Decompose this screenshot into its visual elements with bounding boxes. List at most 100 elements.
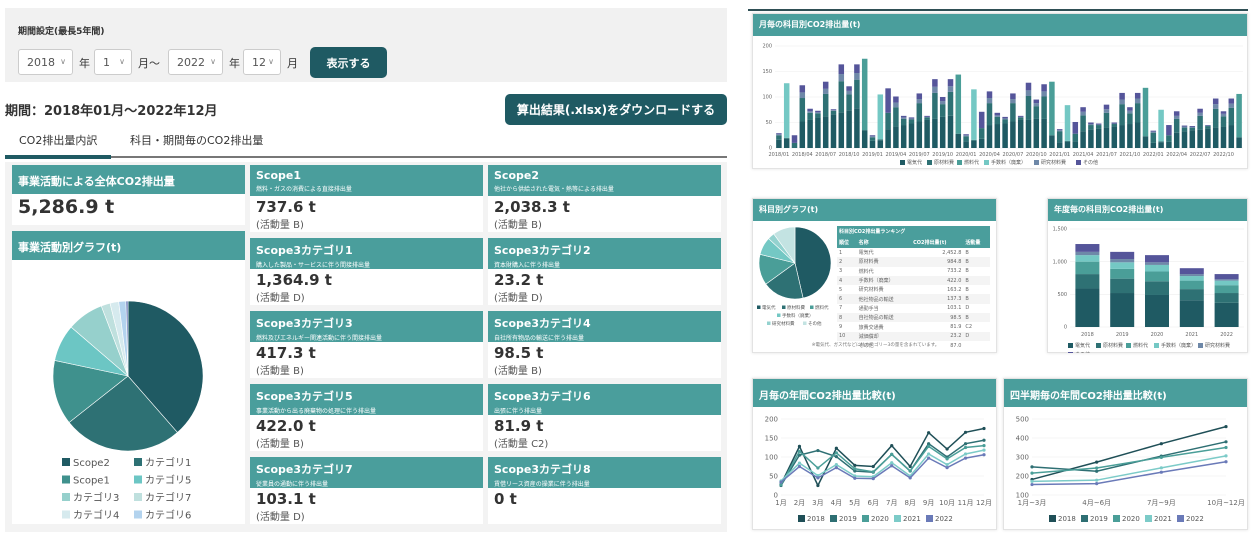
- ranking-cell: C2: [965, 324, 973, 331]
- bar-segment: [1150, 130, 1157, 132]
- chevron-down-icon: ∨: [60, 57, 66, 66]
- bar-segment: [1179, 274, 1204, 277]
- x-tick-label: 5月: [849, 499, 860, 507]
- bar-segment: [1064, 141, 1071, 148]
- bar-segment: [1103, 104, 1110, 110]
- bar-segment: [1127, 124, 1133, 148]
- bar-segment: [1179, 300, 1204, 327]
- card-subtitle: 従業員の通勤に伴う排出量: [256, 481, 329, 488]
- y-tick-label: 100: [762, 95, 772, 101]
- bar-segment: [924, 117, 930, 120]
- legend-label: 研究材料費: [772, 320, 795, 327]
- show-button[interactable]: 表示する: [310, 47, 387, 78]
- data-point: [816, 448, 820, 453]
- data-point: [1224, 440, 1228, 444]
- data-point: [963, 452, 968, 456]
- bar-segment: [1056, 142, 1063, 148]
- bar-segment: [776, 134, 782, 136]
- bar-segment: [1145, 281, 1169, 295]
- x-tick-label: 10月: [939, 499, 955, 507]
- bar-segment: [1103, 109, 1110, 113]
- emission-card: Scope3カテゴリ3 燃料及びエネルギー関連活動に伴う間接排出量 417.3 t (…: [250, 311, 483, 378]
- legend-swatch: [830, 515, 837, 522]
- bar-segment: [994, 116, 1001, 125]
- bar-segment: [1025, 119, 1032, 148]
- bar-segment: [1103, 127, 1110, 148]
- download-xlsx-button[interactable]: 算出結果(.xlsx)をダウンロードする: [505, 94, 727, 125]
- emission-card: Scope3カテゴリ8 賃借リース資産の操業に伴う排出量 0 t: [488, 457, 721, 524]
- legend-swatch: [1081, 515, 1088, 522]
- y-tick-label: 200: [765, 415, 778, 423]
- bar-segment: [830, 109, 837, 111]
- bar-segment: [947, 91, 954, 116]
- quarterly-yoy-title: 四半期毎の年間CO2排出量比較(t): [1004, 379, 1247, 407]
- bar-segment: [932, 118, 938, 148]
- bar-segment: [1056, 130, 1063, 132]
- card-activity: (活動量 B): [256, 220, 304, 231]
- card-subtitle: 出張に伴う排出量: [494, 408, 543, 415]
- bar-segment: [1041, 91, 1047, 97]
- bar-segment: [1134, 122, 1141, 148]
- ranking-cell: 98.5: [911, 313, 964, 323]
- data-point: [834, 455, 838, 459]
- x-tick-label: 2020/01: [956, 152, 977, 158]
- bar-segment: [822, 88, 829, 94]
- data-point: [908, 476, 912, 480]
- x-tick-label: 10月~12月: [1207, 499, 1245, 507]
- end-month-select[interactable]: 12 ∨: [243, 49, 281, 75]
- bar-segment: [861, 130, 868, 148]
- start-year-select[interactable]: 2018 ∨: [18, 49, 73, 75]
- x-tick-label: 2019: [1116, 332, 1129, 338]
- ranking-cell: B: [963, 257, 990, 267]
- data-point: [1159, 466, 1163, 470]
- ranking-cell: 3: [839, 268, 843, 275]
- bar-segment: [955, 133, 962, 148]
- bar-segment: [1002, 119, 1008, 124]
- tab-co2-breakdown[interactable]: CO2排出量内訳: [7, 132, 109, 148]
- chevron-down-icon: ∨: [119, 57, 125, 66]
- bar-segment: [924, 115, 930, 117]
- bar-segment: [1010, 99, 1016, 104]
- legend-swatch: [1177, 515, 1184, 522]
- legend-swatch: [1126, 343, 1131, 348]
- legend-swatch: [62, 475, 70, 484]
- period-text: 期間：2018年01月～2022年12月: [5, 104, 218, 119]
- data-point: [834, 446, 838, 450]
- data-point: [945, 466, 949, 470]
- legend-label: Scope1: [73, 476, 110, 487]
- x-tick-label: 4月: [831, 499, 842, 507]
- start-month-select[interactable]: 1 ∨: [94, 49, 132, 75]
- data-point: [1224, 454, 1228, 458]
- ranking-cell: B: [965, 286, 969, 293]
- y-tick-label: 200: [1016, 472, 1029, 480]
- bar-segment: [1002, 116, 1008, 119]
- ranking-column-header: 活動量: [963, 237, 990, 248]
- tab-co2-by-period[interactable]: 科目・期間毎のCO2排出量: [118, 132, 275, 148]
- bar-segment: [1220, 113, 1227, 117]
- bar-segment: [932, 79, 938, 87]
- x-tick-label: 2018/04: [792, 152, 813, 158]
- bar-segment: [1103, 112, 1110, 128]
- bar-segment: [1095, 124, 1102, 126]
- end-year-select[interactable]: 2022 ∨: [168, 49, 223, 75]
- bar-segment: [1033, 106, 1040, 119]
- ranking-cell: 7: [839, 305, 843, 312]
- bar-segment: [1041, 96, 1047, 119]
- bar-segment: [1142, 87, 1149, 137]
- bar-segment: [893, 102, 899, 108]
- bar-segment: [1181, 125, 1188, 127]
- legend-swatch: [782, 305, 786, 309]
- data-point: [1095, 469, 1099, 473]
- bar-segment: [830, 114, 837, 148]
- legend-swatch: [900, 160, 905, 165]
- year-unit-label: 年: [229, 57, 240, 70]
- bar-segment: [1025, 82, 1032, 91]
- bar-segment: [1134, 103, 1141, 123]
- breakdown-area: 事業活動による全体CO2排出量 5,286.9 t 事業活動別グラフ(t) Sc…: [5, 162, 727, 532]
- x-tick-label: 1月: [775, 499, 786, 507]
- data-point: [890, 444, 894, 448]
- x-tick-label: 2022: [1220, 332, 1233, 338]
- y-tick-label: 150: [765, 434, 778, 442]
- series-line: [780, 453, 985, 483]
- legend-label: 2020: [871, 515, 889, 523]
